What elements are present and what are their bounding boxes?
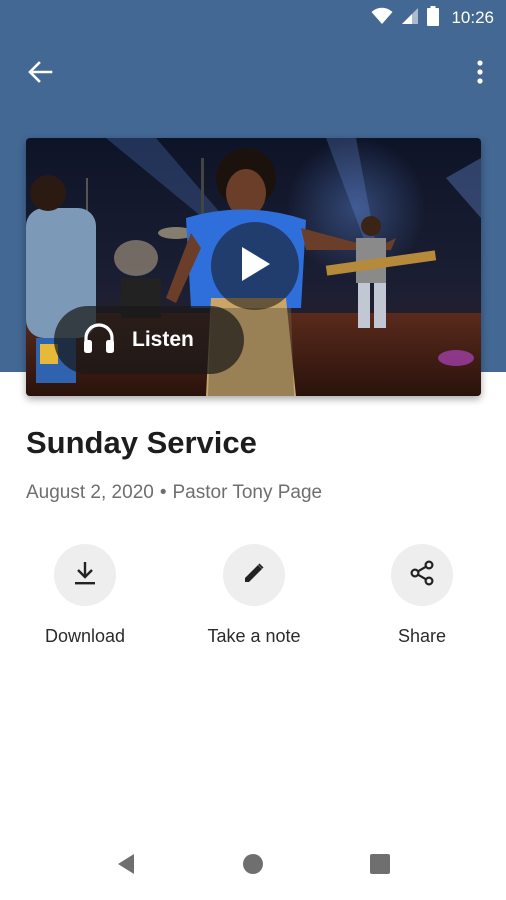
status-icons: 10:26 <box>371 5 494 31</box>
video-thumbnail[interactable]: Listen <box>26 138 481 396</box>
status-bar: 10:26 <box>0 0 506 36</box>
share-label: Share <box>397 626 447 646</box>
play-button[interactable] <box>211 222 299 310</box>
listen-button[interactable]: Listen <box>54 306 244 374</box>
meta-separator: • <box>159 482 167 503</box>
more-vert-icon <box>476 59 484 90</box>
recents-square-icon <box>369 853 391 880</box>
take-note-button[interactable] <box>223 544 285 606</box>
sermon-meta: August 2, 2020 • Pastor Tony Page <box>26 482 322 504</box>
download-action[interactable]: Download <box>5 544 165 647</box>
wifi-icon <box>371 7 393 30</box>
system-nav-bar <box>0 830 506 900</box>
headphones-icon <box>82 322 116 359</box>
share-button[interactable] <box>391 544 453 606</box>
play-icon <box>238 245 272 288</box>
sermon-date: August 2, 2020 <box>26 482 154 503</box>
sermon-speaker: Pastor Tony Page <box>172 482 323 503</box>
take-note-action[interactable]: Take a note <box>174 544 334 647</box>
download-label: Download <box>44 626 126 646</box>
signal-icon <box>401 7 419 30</box>
back-button[interactable] <box>22 56 58 92</box>
sermon-title: Sunday Service <box>26 425 257 460</box>
share-action[interactable]: Share <box>342 544 502 647</box>
arrow-back-icon <box>27 59 53 90</box>
back-triangle-icon <box>116 853 136 880</box>
nav-recents-button[interactable] <box>368 853 392 880</box>
nav-home-button[interactable] <box>241 853 265 880</box>
pencil-icon <box>242 561 266 590</box>
home-circle-icon <box>242 853 264 880</box>
status-time: 10:26 <box>451 8 494 27</box>
battery-icon <box>427 5 440 31</box>
nav-back-button[interactable] <box>114 853 138 880</box>
share-icon <box>409 559 435 591</box>
download-button[interactable] <box>54 544 116 606</box>
more-options-button[interactable] <box>468 56 492 92</box>
download-icon <box>73 560 97 591</box>
listen-label: Listen <box>132 328 194 351</box>
take-note-label: Take a note <box>207 626 301 646</box>
